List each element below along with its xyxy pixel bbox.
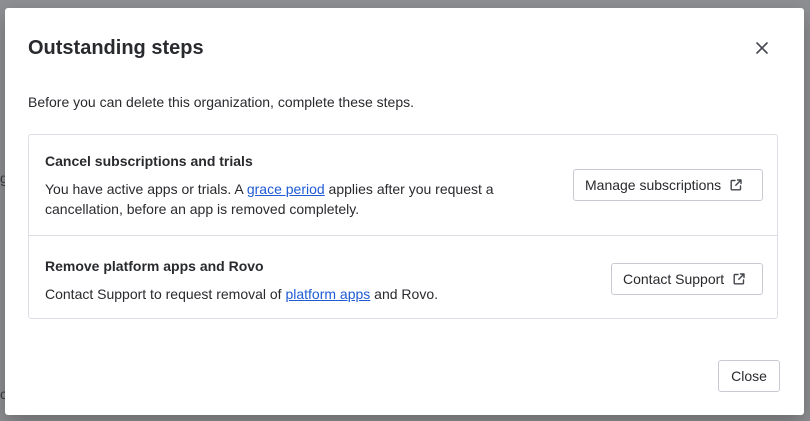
dialog-close-button[interactable] [751, 37, 773, 59]
steps-list: Cancel subscriptions and trials You have… [28, 134, 778, 319]
external-link-icon [732, 272, 746, 286]
close-icon [756, 42, 768, 54]
step-cancel-subscriptions: Cancel subscriptions and trials You have… [29, 135, 777, 236]
contact-support-button[interactable]: Contact Support [611, 263, 763, 295]
external-link-icon [729, 178, 743, 192]
manage-subscriptions-button[interactable]: Manage subscriptions [573, 169, 763, 201]
step-description-text: Contact Support to request removal of [45, 286, 286, 302]
step-title: Cancel subscriptions and trials [45, 153, 253, 169]
step-title: Remove platform apps and Rovo [45, 258, 264, 274]
button-label: Manage subscriptions [585, 177, 722, 193]
grace-period-link[interactable]: grace period [247, 181, 325, 197]
step-remove-platform-apps: Remove platform apps and Rovo Contact Su… [29, 236, 777, 319]
step-description: Contact Support to request removal of pl… [45, 284, 565, 304]
step-description-text: You have active apps or trials. A [45, 181, 247, 197]
step-description: You have active apps or trials. A grace … [45, 179, 545, 219]
step-description-text: and Rovo. [370, 286, 439, 302]
dialog-title: Outstanding steps [28, 37, 204, 59]
outstanding-steps-dialog: Outstanding steps Before you can delete … [5, 8, 804, 415]
button-label: Contact Support [623, 271, 725, 287]
dialog-intro-text: Before you can delete this organization,… [28, 94, 415, 110]
close-button[interactable]: Close [718, 360, 780, 392]
platform-apps-link[interactable]: platform apps [285, 286, 370, 302]
